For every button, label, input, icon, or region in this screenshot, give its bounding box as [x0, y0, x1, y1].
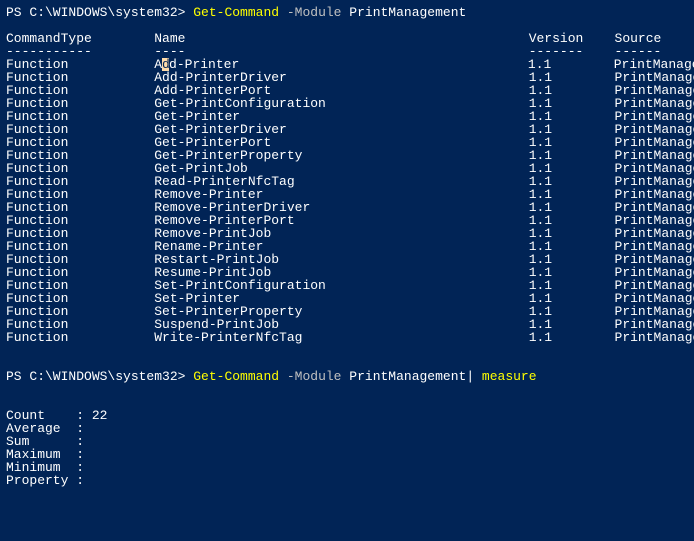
- param-value: PrintManagement: [341, 369, 466, 384]
- command-line-1[interactable]: PS C:\WINDOWS\system32> Get-Command -Mod…: [6, 6, 688, 19]
- param-module: -Module: [279, 5, 341, 20]
- param-value: PrintManagement: [341, 5, 466, 20]
- stat-average: Average :: [6, 422, 688, 435]
- function-name: Write-PrinterNfcTag: [154, 330, 528, 345]
- stat-minimum: Minimum :: [6, 461, 688, 474]
- stat-maximum: Maximum :: [6, 448, 688, 461]
- stat-count-value: 22: [84, 408, 107, 423]
- stat-property-label: Property :: [6, 473, 84, 488]
- command-type: Function: [6, 330, 154, 345]
- param-module: -Module: [279, 369, 341, 384]
- cmdlet-measure: measure: [474, 369, 536, 384]
- prompt-path: PS C:\WINDOWS\system32>: [6, 369, 193, 384]
- stat-sum: Sum :: [6, 435, 688, 448]
- command-line-2[interactable]: PS C:\WINDOWS\system32> Get-Command -Mod…: [6, 370, 688, 383]
- prompt-path: PS C:\WINDOWS\system32>: [6, 5, 193, 20]
- cmdlet-get-command: Get-Command: [193, 5, 279, 20]
- pipe-operator: |: [466, 369, 474, 384]
- stat-count: Count : 22: [6, 409, 688, 422]
- source: PrintManagement: [615, 330, 694, 345]
- table-row: Function Write-PrinterNfcTag 1.1 PrintMa…: [6, 331, 688, 344]
- version: 1.1: [529, 330, 615, 345]
- stat-property: Property :: [6, 474, 688, 487]
- cmdlet-get-command: Get-Command: [193, 369, 279, 384]
- powershell-terminal[interactable]: PS C:\WINDOWS\system32> Get-Command -Mod…: [6, 6, 688, 487]
